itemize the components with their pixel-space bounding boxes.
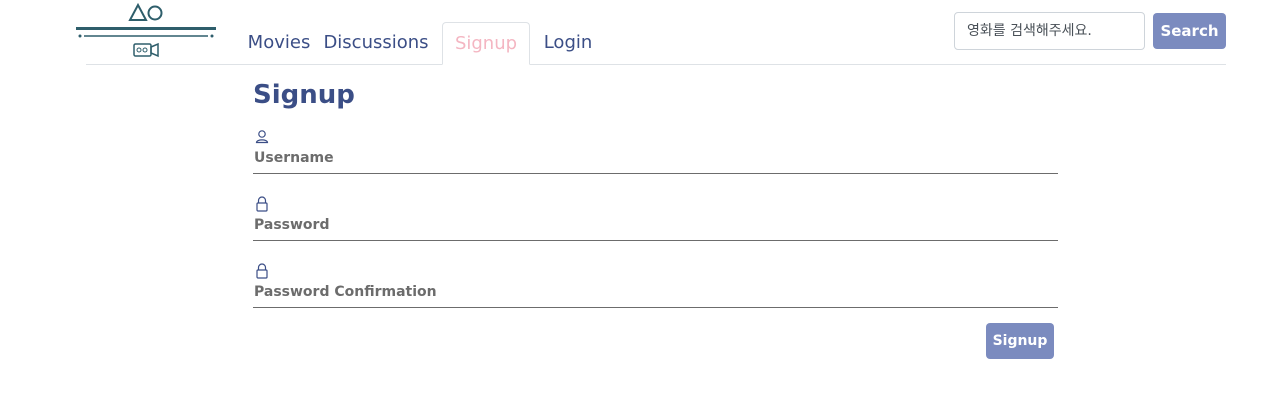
tab-discussions[interactable]: Discussions [322, 22, 430, 64]
lock-icon [255, 196, 269, 212]
signup-submit-button[interactable]: Signup [986, 323, 1054, 359]
password-input[interactable] [253, 214, 1058, 236]
tab-signup[interactable]: Signup [442, 22, 530, 65]
lock-icon [255, 263, 269, 279]
user-icon [255, 129, 269, 145]
tab-login[interactable]: Login [536, 22, 600, 64]
tab-movies[interactable]: Movies [231, 22, 327, 64]
username-field-group [253, 129, 1058, 174]
search-button[interactable]: Search [1153, 13, 1226, 49]
search-input[interactable] [954, 12, 1145, 50]
password-confirmation-input[interactable] [253, 281, 1058, 303]
username-input[interactable] [253, 147, 1058, 169]
password-confirmation-field-group [253, 263, 1058, 308]
page-title: Signup [253, 80, 355, 110]
password-field-group [253, 196, 1058, 241]
